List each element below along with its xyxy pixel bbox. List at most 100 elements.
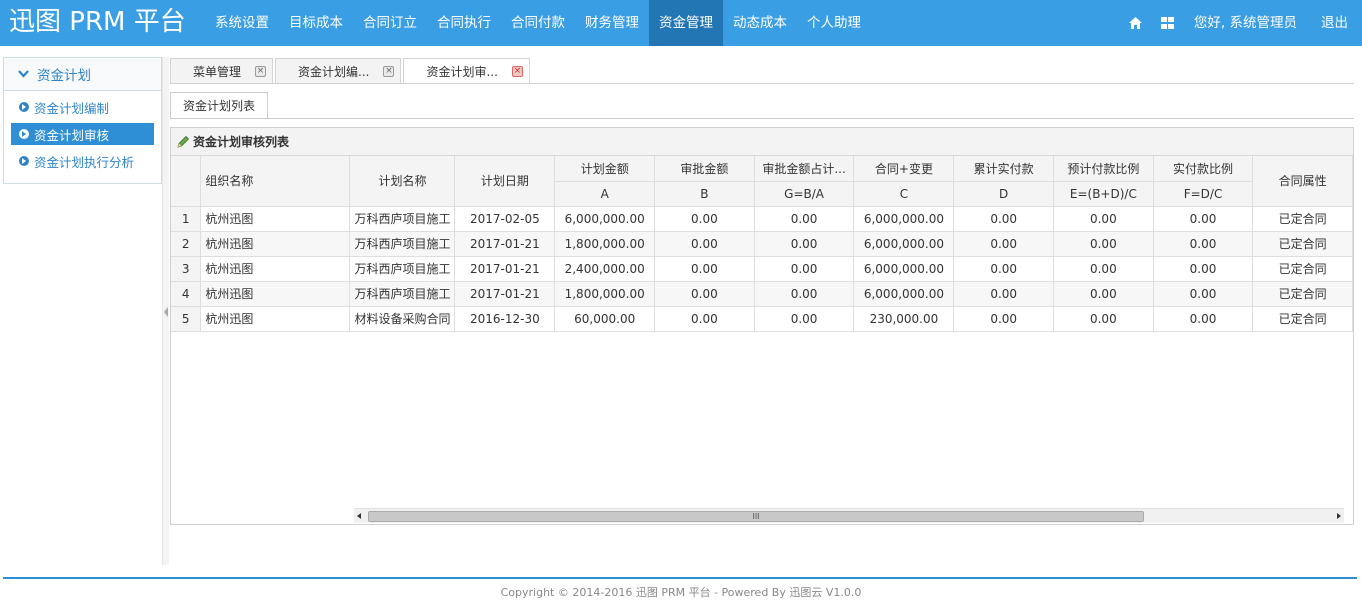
cell-plan-name: 万科西庐项目施工 — [349, 281, 456, 307]
sidebar: 资金计划 资金计划编制 资金计划审核 资金计划执行分析 — [3, 57, 162, 184]
review-table: 组织名称 计划名称 计划日期 计划金额 审批金额 审批金额占计... 合同+变更… — [171, 156, 1353, 332]
col-subheader-g: G=B/A — [754, 181, 855, 207]
table-row[interactable]: 5 杭州迅图 材料设备采购合同 2016-12-30 60,000.00 0.0… — [171, 306, 1353, 332]
col-header-expected-ratio[interactable]: 预计付款比例 — [1053, 156, 1154, 182]
cell-property: 已定合同 — [1252, 281, 1353, 307]
cell-org: 杭州迅图 — [200, 306, 351, 332]
tab-menu-management[interactable]: 菜单管理 × — [170, 58, 274, 83]
grid-title-bar: 资金计划审核列表 — [171, 128, 1353, 156]
cell-contract: 6,000,000.00 — [853, 231, 955, 257]
tab-fund-plan-review[interactable]: 资金计划审... × — [403, 58, 530, 84]
nav-item-contract-execution[interactable]: 合同执行 — [427, 0, 501, 46]
table-row[interactable]: 2 杭州迅图 万科西庐项目施工 2017-01-21 1,800,000.00 … — [171, 231, 1353, 257]
scrollbar-thumb[interactable]: III — [368, 511, 1144, 522]
sidebar-item-label: 资金计划执行分析 — [34, 154, 135, 170]
cell-paid: 0.00 — [953, 256, 1054, 282]
cell-property: 已定合同 — [1252, 206, 1353, 232]
sub-tabs: 资金计划列表 — [170, 92, 269, 118]
cell-actual-ratio: 0.00 — [1153, 206, 1254, 232]
tab-label: 资金计划编... — [298, 64, 370, 79]
col-header-paid[interactable]: 累计实付款 — [953, 156, 1054, 182]
col-subheader-b: B — [654, 181, 755, 207]
sidebar-splitter[interactable] — [162, 57, 169, 565]
nav-item-fund-management[interactable]: 资金管理 — [649, 0, 723, 46]
cell-property: 已定合同 — [1252, 306, 1353, 332]
table-row[interactable]: 3 杭州迅图 万科西庐项目施工 2017-01-21 2,400,000.00 … — [171, 256, 1353, 282]
sidebar-item-label: 资金计划审核 — [34, 127, 110, 143]
tab-label: 资金计划审... — [426, 65, 498, 79]
sidebar-item-fund-plan-analysis[interactable]: 资金计划执行分析 — [11, 150, 154, 172]
cell-plan-amount: 60,000.00 — [554, 306, 656, 332]
col-subheader-d: D — [953, 181, 1054, 207]
cell-approved-ratio: 0.00 — [754, 206, 855, 232]
col-subheader-a: A — [554, 181, 656, 207]
cell-approved-ratio: 0.00 — [754, 281, 855, 307]
nav-item-contract-sign[interactable]: 合同订立 — [353, 0, 427, 46]
footer-copyright: Copyright © 2014-2016 迅图 PRM 平台 - Powere… — [500, 586, 862, 599]
row-number: 5 — [171, 306, 202, 332]
cell-expected-ratio: 0.00 — [1053, 281, 1154, 307]
nav-item-target-cost[interactable]: 目标成本 — [279, 0, 353, 46]
close-icon[interactable]: × — [383, 65, 395, 77]
cell-expected-ratio: 0.00 — [1053, 256, 1154, 282]
user-greeting[interactable]: 您好, 系统管理员 — [1184, 0, 1313, 46]
table-row[interactable]: 4 杭州迅图 万科西庐项目施工 2017-01-21 1,800,000.00 … — [171, 281, 1353, 307]
nav-item-personal-assistant[interactable]: 个人助理 — [797, 0, 871, 46]
nav-item-system-settings[interactable]: 系统设置 — [205, 0, 279, 46]
col-header-org[interactable]: 组织名称 — [200, 156, 351, 207]
col-header-property[interactable]: 合同属性 — [1252, 156, 1353, 207]
cell-plan-amount: 2,400,000.00 — [554, 256, 656, 282]
cell-plan-date: 2017-02-05 — [454, 206, 556, 232]
nav-item-contract-payment[interactable]: 合同付款 — [501, 0, 575, 46]
cell-actual-ratio: 0.00 — [1153, 231, 1254, 257]
cell-org: 杭州迅图 — [200, 206, 351, 232]
sidebar-item-fund-plan-compile[interactable]: 资金计划编制 — [11, 96, 154, 118]
col-header-actual-ratio[interactable]: 实付款比例 — [1153, 156, 1254, 182]
table-row[interactable]: 1 杭州迅图 万科西庐项目施工 2017-02-05 6,000,000.00 … — [171, 206, 1353, 232]
pencil-icon — [176, 135, 190, 149]
scroll-left-arrow-icon[interactable] — [357, 513, 361, 519]
col-header-contract[interactable]: 合同+变更 — [853, 156, 955, 182]
col-header-plan-name[interactable]: 计划名称 — [349, 156, 456, 207]
nav-item-dynamic-cost[interactable]: 动态成本 — [723, 0, 797, 46]
cell-expected-ratio: 0.00 — [1053, 231, 1154, 257]
cell-property: 已定合同 — [1252, 231, 1353, 257]
close-icon[interactable]: × — [511, 66, 523, 77]
tab-fund-plan-compile[interactable]: 资金计划编... × — [275, 58, 402, 83]
col-header-approved[interactable]: 审批金额 — [654, 156, 755, 182]
cell-contract: 230,000.00 — [853, 306, 955, 332]
cell-approved: 0.00 — [654, 281, 755, 307]
brand-logo[interactable]: 迅图 PRM 平台 — [9, 4, 186, 40]
footer-divider — [3, 577, 1357, 579]
subtabs-divider — [170, 118, 1354, 119]
col-header-plan-date[interactable]: 计划日期 — [454, 156, 556, 207]
cell-org: 杭州迅图 — [200, 231, 351, 257]
collapse-arrow-icon[interactable] — [164, 307, 168, 317]
horizontal-scrollbar[interactable]: III — [354, 508, 1344, 523]
nav-item-finance[interactable]: 财务管理 — [575, 0, 649, 46]
cell-plan-date: 2017-01-21 — [454, 256, 556, 282]
grid-icon[interactable] — [1152, 0, 1184, 46]
row-number: 1 — [171, 206, 202, 232]
close-icon[interactable]: × — [255, 65, 267, 77]
grid-title: 资金计划审核列表 — [193, 135, 290, 149]
home-icon[interactable] — [1120, 0, 1152, 46]
cell-org: 杭州迅图 — [200, 256, 351, 282]
page-tabs: 菜单管理 × 资金计划编... × 资金计划审... × — [170, 58, 532, 84]
cell-property: 已定合同 — [1252, 256, 1353, 282]
cell-expected-ratio: 0.00 — [1053, 206, 1154, 232]
logout-link[interactable]: 退出 — [1313, 0, 1362, 46]
cell-approved: 0.00 — [654, 231, 755, 257]
col-header-plan-amount[interactable]: 计划金额 — [554, 156, 656, 182]
sidebar-header[interactable]: 资金计划 — [4, 58, 161, 91]
sidebar-title: 资金计划 — [37, 68, 91, 84]
col-subheader-f: F=D/C — [1153, 181, 1254, 207]
cell-expected-ratio: 0.00 — [1053, 306, 1154, 332]
row-number: 4 — [171, 281, 202, 307]
tab-fund-plan-list[interactable]: 资金计划列表 — [170, 92, 269, 118]
chevron-down-icon — [18, 70, 29, 78]
scroll-right-arrow-icon[interactable] — [1337, 513, 1341, 519]
col-header-approved-ratio[interactable]: 审批金额占计... — [754, 156, 855, 182]
sidebar-item-fund-plan-review[interactable]: 资金计划审核 — [11, 123, 154, 145]
review-grid-panel: 资金计划审核列表 组织名称 计划名称 计划日期 计划金额 审批金额 审批金额占计… — [170, 127, 1354, 525]
